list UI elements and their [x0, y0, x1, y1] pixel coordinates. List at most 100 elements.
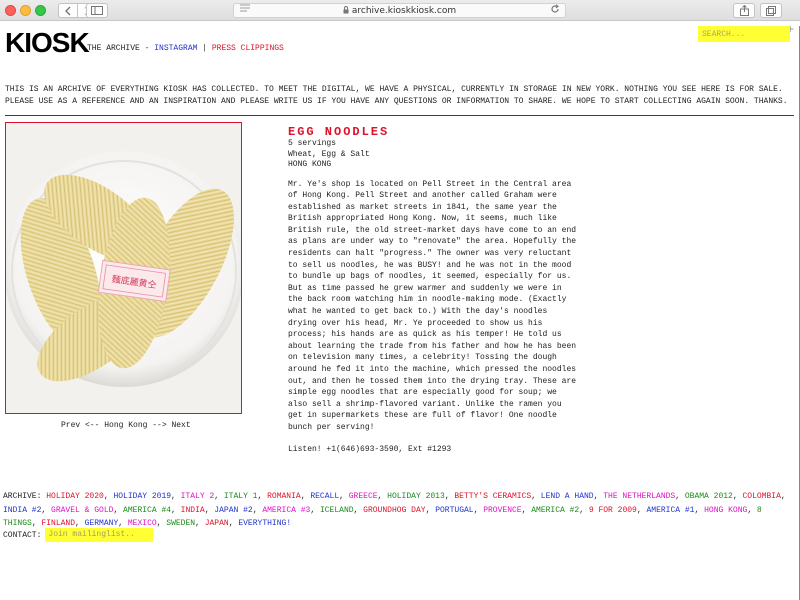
share-icon — [739, 5, 749, 16]
archive-separator: , — [31, 519, 42, 528]
contact-row: CONTACT: Join mailinglist.. — [3, 528, 153, 542]
archive-link[interactable]: EVERYTHING! — [238, 519, 291, 528]
archive-separator: , — [377, 492, 388, 501]
next-link[interactable]: Next — [171, 421, 190, 430]
archive-separator: , — [300, 492, 311, 501]
archive-link[interactable]: HOLIDAY 2019 — [113, 492, 171, 501]
item-pager: Prev <-- Hong Kong --> Next — [61, 421, 191, 430]
join-mailinglist-button[interactable]: Join mailinglist.. — [45, 528, 153, 542]
product-phone: Listen! +1(646)693-3590, Ext #1293 — [288, 444, 452, 454]
search-input[interactable] — [698, 26, 790, 42]
chevron-left-icon — [65, 6, 71, 15]
archive-link[interactable]: COLOMBIA — [742, 492, 780, 501]
product-title: EGG NOODLES — [288, 125, 390, 139]
archive-label: ARCHIVE: — [3, 492, 42, 501]
archive-link[interactable]: AMERICA #3 — [262, 506, 310, 515]
pager-region: Hong Kong — [104, 421, 148, 430]
browser-toolbar: archive.kioskkiosk.com — [0, 0, 800, 21]
nav-press-clippings[interactable]: PRESS CLIPPINGS — [212, 44, 284, 53]
share-button[interactable] — [733, 3, 755, 18]
archive-separator: , — [531, 492, 541, 501]
archive-link[interactable]: HONG KONG — [704, 506, 747, 515]
prev-link[interactable]: Prev — [61, 421, 80, 430]
back-button[interactable] — [58, 3, 78, 18]
nav-instagram[interactable]: INSTAGRAM — [154, 44, 197, 53]
archive-link[interactable]: SWEDEN — [166, 519, 195, 528]
archive-link[interactable]: GROUNDHOG DAY — [363, 506, 425, 515]
archive-separator: , — [425, 505, 436, 515]
nav-archive[interactable]: THE ARCHIVE — [87, 44, 140, 53]
product-origin: HONG KONG — [288, 160, 332, 169]
archive-link[interactable]: GRAVEL & GOLD — [51, 506, 113, 515]
archive-separator: , — [113, 505, 124, 515]
sidebar-icon — [91, 6, 103, 15]
archive-link[interactable]: AMERICA #1 — [646, 506, 694, 515]
product-servings: 5 servings — [288, 139, 337, 148]
lock-icon — [343, 5, 349, 16]
archive-link[interactable]: RECALL — [310, 492, 339, 501]
archive-link[interactable]: PROVENCE — [483, 506, 521, 515]
archive-separator: , — [171, 492, 181, 501]
archive-link[interactable]: OBAMA 2012 — [685, 492, 733, 501]
archive-link[interactable]: INDIA — [181, 506, 205, 515]
archive-separator: , — [156, 519, 167, 528]
archive-separator: , — [228, 519, 239, 528]
archive-link[interactable]: BETTY'S CERAMICS — [454, 492, 531, 501]
archive-separator: , — [103, 492, 114, 501]
archive-link[interactable]: JAPAN — [205, 519, 229, 528]
archive-link[interactable]: THE NETHERLANDS — [603, 492, 675, 501]
nav-separator: | — [197, 44, 212, 53]
archive-link[interactable]: FINLAND — [41, 519, 75, 528]
archive-link[interactable]: PORTUGAL — [435, 506, 473, 515]
archive-link[interactable]: JAPAN #2 — [214, 506, 252, 515]
sidebar-button[interactable] — [86, 3, 108, 18]
intro-text: THIS IS AN ARCHIVE OF EVERYTHING KIOSK H… — [5, 85, 788, 106]
page: KIOSK THE ARCHIVE - INSTAGRAM | PRESS CL… — [0, 22, 800, 600]
archive-link[interactable]: MEXICO — [128, 519, 157, 528]
archive-separator: , — [353, 505, 364, 515]
close-window-button[interactable] — [5, 5, 16, 16]
archive-separator: , — [257, 492, 268, 501]
site-logo[interactable]: KIOSK — [5, 28, 90, 58]
divider — [5, 115, 794, 116]
archive-link[interactable]: AMERICA #4 — [123, 506, 171, 515]
archive-separator: , — [75, 519, 85, 528]
archive-link[interactable]: HOLIDAY 2013 — [387, 492, 445, 501]
archive-separator: , — [780, 492, 786, 501]
archive-separator: , — [204, 505, 215, 515]
archive-separator: , — [444, 492, 455, 501]
archive-separator: , — [694, 505, 705, 515]
pager-arrow: <-- — [80, 421, 105, 430]
zoom-window-button[interactable] — [35, 5, 46, 16]
product-ingredients: Wheat, Egg & Salt — [288, 149, 370, 159]
archive-separator: , — [747, 505, 757, 515]
tabs-overview-button[interactable] — [760, 3, 782, 18]
product-image[interactable]: 麵底麗黄仝 — [5, 122, 242, 414]
product-details: EGG NOODLES 5 servings Wheat, Egg & Salt… — [288, 125, 578, 454]
archive-separator: , — [593, 492, 604, 501]
archive-link[interactable]: HOLIDAY 2020 — [46, 492, 104, 501]
archive-link[interactable]: ITALY 1 — [224, 492, 258, 501]
address-bar[interactable]: archive.kioskkiosk.com — [233, 3, 566, 18]
nav-separator: - — [139, 44, 155, 53]
archive-link[interactable]: INDIA #2 — [3, 506, 41, 515]
archive-separator: , — [579, 505, 589, 515]
archive-list: ARCHIVE: HOLIDAY 2020, HOLIDAY 2019, ITA… — [3, 490, 795, 531]
archive-separator: , — [252, 505, 263, 515]
pager-arrow: --> — [147, 421, 172, 430]
archive-separator: , — [521, 505, 532, 515]
archive-separator: , — [195, 519, 205, 528]
reader-icon[interactable] — [240, 4, 250, 15]
archive-separator: , — [214, 492, 224, 501]
refresh-icon[interactable] — [550, 4, 560, 17]
archive-link[interactable]: 9 FOR 2009 — [589, 506, 637, 515]
archive-link[interactable]: ICELAND — [320, 506, 354, 515]
top-nav: THE ARCHIVE - INSTAGRAM | PRESS CLIPPING… — [87, 44, 284, 53]
archive-link[interactable]: GREECE — [349, 492, 378, 501]
archive-link[interactable]: AMERICA #2 — [531, 506, 579, 515]
archive-link[interactable]: ITALY 2 — [181, 492, 215, 501]
minimize-window-button[interactable] — [20, 5, 31, 16]
archive-link[interactable]: ROMANIA — [267, 492, 301, 501]
archive-link[interactable]: GERMANY — [85, 519, 119, 528]
archive-link[interactable]: LEND A HAND — [541, 492, 594, 501]
